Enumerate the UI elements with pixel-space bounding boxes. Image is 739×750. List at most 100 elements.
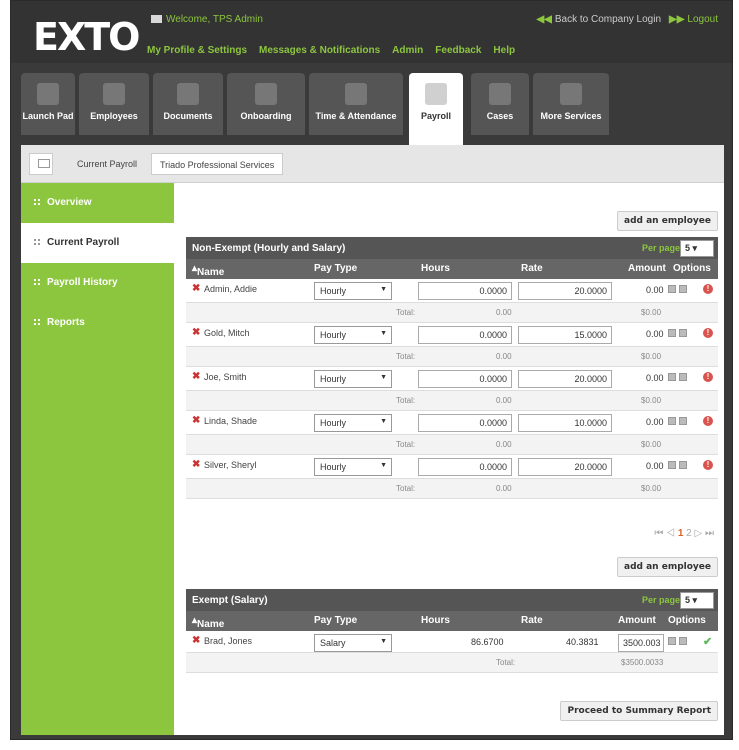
employee-name: Admin, Addie bbox=[204, 284, 258, 294]
options-icon[interactable] bbox=[679, 417, 687, 425]
warning-icon: ! bbox=[703, 416, 713, 426]
warning-icon: ! bbox=[703, 372, 713, 382]
total-hours: 0.00 bbox=[496, 484, 512, 493]
remove-icon[interactable]: ✖ bbox=[192, 460, 200, 470]
breadcrumb-current-payroll[interactable]: Current Payroll bbox=[69, 153, 145, 175]
col-options: Options bbox=[673, 263, 711, 274]
checkmark-icon: ✔ bbox=[703, 636, 713, 648]
col-name[interactable]: ▴ Name bbox=[192, 263, 224, 278]
hours-input[interactable]: 0.0000 bbox=[418, 458, 512, 476]
total-amount: $0.00 bbox=[641, 484, 662, 493]
nav-feedback[interactable]: Feedback bbox=[435, 45, 481, 56]
sidebar-item-payroll-history[interactable]: Payroll History bbox=[21, 263, 174, 303]
remove-icon[interactable]: ✖ bbox=[192, 416, 200, 426]
pay-type-select[interactable]: Hourly ▼ bbox=[314, 370, 392, 388]
add-employee-button[interactable]: add an employee bbox=[617, 211, 718, 231]
monitor-icon bbox=[560, 83, 582, 105]
chevron-down-icon: ▼ bbox=[380, 374, 387, 381]
sidebar-item-overview[interactable]: Overview bbox=[21, 183, 174, 223]
grip-icon bbox=[33, 198, 41, 206]
options-icon[interactable] bbox=[668, 373, 676, 381]
warning-icon: ! bbox=[703, 328, 713, 338]
col-options: Options bbox=[668, 615, 706, 626]
logo: EXTO bbox=[33, 15, 140, 59]
pager-first[interactable]: ⏮ bbox=[654, 528, 663, 539]
pay-type-select[interactable]: Hourly ▼ bbox=[314, 282, 392, 300]
grip-icon bbox=[33, 238, 41, 246]
options-icon[interactable] bbox=[679, 637, 687, 645]
pager-last[interactable]: ⏭ bbox=[705, 528, 714, 539]
nav-help[interactable]: Help bbox=[493, 45, 515, 56]
tab-cases[interactable]: Cases bbox=[471, 73, 529, 135]
sidebar-item-reports[interactable]: Reports bbox=[21, 303, 174, 343]
hours-input[interactable]: 0.0000 bbox=[418, 282, 512, 300]
tab-payroll[interactable]: Payroll bbox=[409, 73, 463, 145]
onboarding-icon bbox=[255, 83, 277, 105]
options-icon[interactable] bbox=[679, 461, 687, 469]
hours-input[interactable]: 0.0000 bbox=[418, 370, 512, 388]
summary-report-button[interactable]: Proceed to Summary Report bbox=[560, 701, 718, 721]
total-hours: 0.00 bbox=[496, 308, 512, 317]
options-icon[interactable] bbox=[668, 461, 676, 469]
pager-next[interactable]: ▷ bbox=[695, 528, 703, 539]
pay-type-select[interactable]: Salary ▼ bbox=[314, 634, 392, 652]
breadcrumb-icon[interactable] bbox=[29, 153, 53, 175]
rate-input[interactable]: 20.0000 bbox=[518, 370, 612, 388]
remove-icon[interactable]: ✖ bbox=[192, 328, 200, 338]
options-icon[interactable] bbox=[668, 285, 676, 293]
options-icon[interactable] bbox=[668, 637, 676, 645]
pay-type-select[interactable]: Hourly ▼ bbox=[314, 458, 392, 476]
grip-icon bbox=[33, 318, 41, 326]
breadcrumb: Current Payroll Triado Professional Serv… bbox=[21, 145, 724, 183]
grid-header: Exempt (Salary) Per page 5 ▾ bbox=[186, 589, 718, 611]
options-icon[interactable] bbox=[668, 329, 676, 337]
per-page-label: Per page bbox=[641, 595, 680, 605]
table-row: ✖ Admin, Addie Hourly ▼ 0.0000 20.0000 0.00! bbox=[186, 279, 718, 303]
nav-profile[interactable]: My Profile & Settings bbox=[147, 45, 247, 56]
remove-icon[interactable]: ✖ bbox=[192, 284, 200, 294]
remove-icon[interactable]: ✖ bbox=[192, 636, 200, 646]
col-name[interactable]: ▴ Name bbox=[192, 615, 224, 630]
payroll-icon bbox=[425, 83, 447, 105]
rate-input[interactable]: 10.0000 bbox=[518, 414, 612, 432]
hours-input[interactable]: 0.0000 bbox=[418, 414, 512, 432]
chevron-down-icon: ▼ bbox=[380, 286, 387, 293]
pay-type-select[interactable]: Hourly ▼ bbox=[314, 414, 392, 432]
breadcrumb-company: Triado Professional Services bbox=[151, 153, 284, 175]
tab-employees[interactable]: Employees bbox=[79, 73, 149, 135]
tab-onboarding[interactable]: Onboarding bbox=[227, 73, 305, 135]
per-page-label: Per page bbox=[641, 243, 680, 253]
total-row: Total: $3500.0033 bbox=[186, 653, 718, 673]
options-icon[interactable] bbox=[679, 329, 687, 337]
remove-icon[interactable]: ✖ bbox=[192, 372, 200, 382]
per-page-select[interactable]: 5 ▾ bbox=[680, 240, 714, 257]
col-amount: Amount bbox=[628, 263, 666, 274]
options-icon[interactable] bbox=[679, 373, 687, 381]
sidebar-item-current-payroll[interactable]: Current Payroll bbox=[21, 223, 174, 263]
tab-time-attendance[interactable]: Time & Attendance bbox=[309, 73, 403, 135]
pager-page-2[interactable]: 2 bbox=[686, 528, 692, 539]
total-row: Total: 0.00 $0.00 bbox=[186, 391, 718, 411]
logout-link[interactable]: ▶▶ Logout bbox=[669, 14, 718, 25]
tab-launch-pad[interactable]: Launch Pad bbox=[21, 73, 75, 135]
options-icon[interactable] bbox=[679, 285, 687, 293]
nav-messages[interactable]: Messages & Notifications bbox=[259, 45, 380, 56]
amount-input[interactable]: 3500.003 bbox=[618, 634, 664, 652]
pager-page-1[interactable]: 1 bbox=[678, 528, 684, 539]
pay-type-select[interactable]: Hourly ▼ bbox=[314, 326, 392, 344]
grid-title: Non-Exempt (Hourly and Salary) bbox=[192, 243, 346, 254]
options-icon[interactable] bbox=[668, 417, 676, 425]
per-page-select[interactable]: 5 ▾ bbox=[680, 592, 714, 609]
rate-input[interactable]: 15.0000 bbox=[518, 326, 612, 344]
nav-admin[interactable]: Admin bbox=[392, 45, 423, 56]
hours-input[interactable]: 0.0000 bbox=[418, 326, 512, 344]
welcome-text: Welcome, TPS Admin bbox=[151, 14, 263, 25]
rate-input[interactable]: 20.0000 bbox=[518, 282, 612, 300]
back-link[interactable]: ◀◀ Back to Company Login bbox=[536, 14, 661, 25]
rate-input[interactable]: 20.0000 bbox=[518, 458, 612, 476]
pager-prev[interactable]: ◁ bbox=[666, 528, 675, 539]
add-employee-button-2[interactable]: add an employee bbox=[617, 557, 718, 577]
tab-documents[interactable]: Documents bbox=[153, 73, 223, 135]
tab-more-services[interactable]: More Services bbox=[533, 73, 609, 135]
employee-name: Linda, Shade bbox=[204, 416, 258, 426]
